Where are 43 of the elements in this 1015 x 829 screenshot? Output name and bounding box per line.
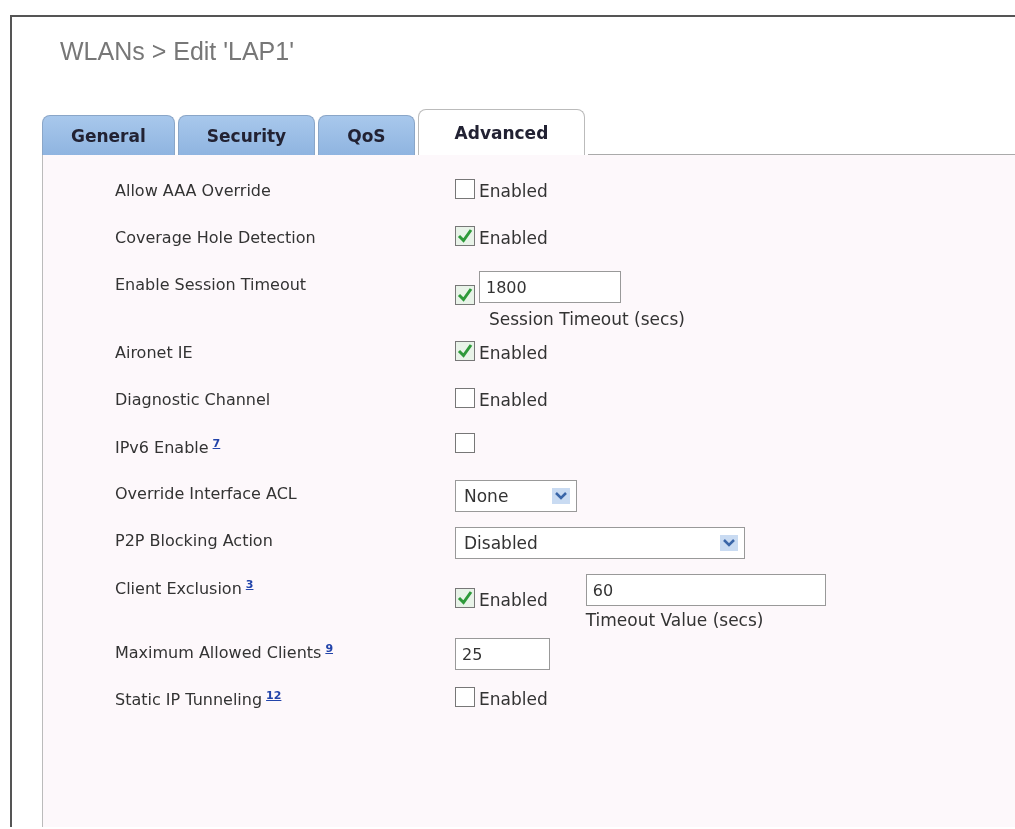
setting-label: Coverage Hole Detection xyxy=(115,228,316,247)
caret-icon xyxy=(720,535,738,551)
dropdown[interactable]: Disabled xyxy=(455,527,745,559)
checkbox[interactable] xyxy=(455,341,475,361)
setting-label: P2P Blocking Action xyxy=(115,531,273,550)
checkbox-label: Enabled xyxy=(479,180,548,201)
footnote-link[interactable]: 7 xyxy=(212,437,221,450)
tab[interactable]: Security xyxy=(177,115,316,155)
input-field[interactable]: 1800 xyxy=(479,271,621,303)
setting-label: IPv6 Enable xyxy=(115,438,209,458)
field-hint: Session Timeout (secs) xyxy=(488,308,685,331)
setting-label: Enable Session Timeout xyxy=(115,275,307,294)
checkbox[interactable] xyxy=(455,285,475,305)
tab[interactable]: General xyxy=(42,115,175,155)
input-field[interactable]: 60 xyxy=(585,574,826,606)
footnote-link[interactable]: 12 xyxy=(266,689,282,702)
tab[interactable]: QoS xyxy=(318,115,415,155)
checkbox-label: Enabled xyxy=(479,688,548,709)
setting-label: Allow AAA Override xyxy=(115,181,271,200)
page-title: WLANs > Edit 'LAP1' xyxy=(59,36,295,67)
tab[interactable]: Advanced xyxy=(417,109,586,155)
checkbox-label: Enabled xyxy=(479,227,548,248)
setting-label: Maximum Allowed Clients xyxy=(115,643,322,663)
checkbox[interactable] xyxy=(455,179,475,199)
checkbox[interactable] xyxy=(455,226,475,246)
footnote-link[interactable]: 9 xyxy=(325,642,334,655)
checkbox[interactable] xyxy=(455,388,475,408)
field-hint: Timeout Value (secs) xyxy=(585,609,765,632)
checkbox-label: Enabled xyxy=(479,342,548,363)
setting-label: Aironet IE xyxy=(115,343,193,362)
setting-label: Override Interface ACL xyxy=(115,484,297,503)
setting-label: Diagnostic Channel xyxy=(115,390,271,409)
checkbox-label: Enabled xyxy=(479,389,548,410)
footnote-link[interactable]: 3 xyxy=(245,578,254,591)
checkbox[interactable] xyxy=(455,433,475,453)
checkbox-label: Enabled xyxy=(479,589,548,610)
input-field[interactable]: 25 xyxy=(455,638,550,670)
checkbox[interactable] xyxy=(455,687,475,707)
caret-icon xyxy=(552,488,570,504)
dropdown[interactable]: None xyxy=(455,480,577,512)
setting-label: Client Exclusion xyxy=(115,579,242,599)
setting-label: Static IP Tunneling xyxy=(115,690,263,710)
checkbox[interactable] xyxy=(455,588,475,608)
